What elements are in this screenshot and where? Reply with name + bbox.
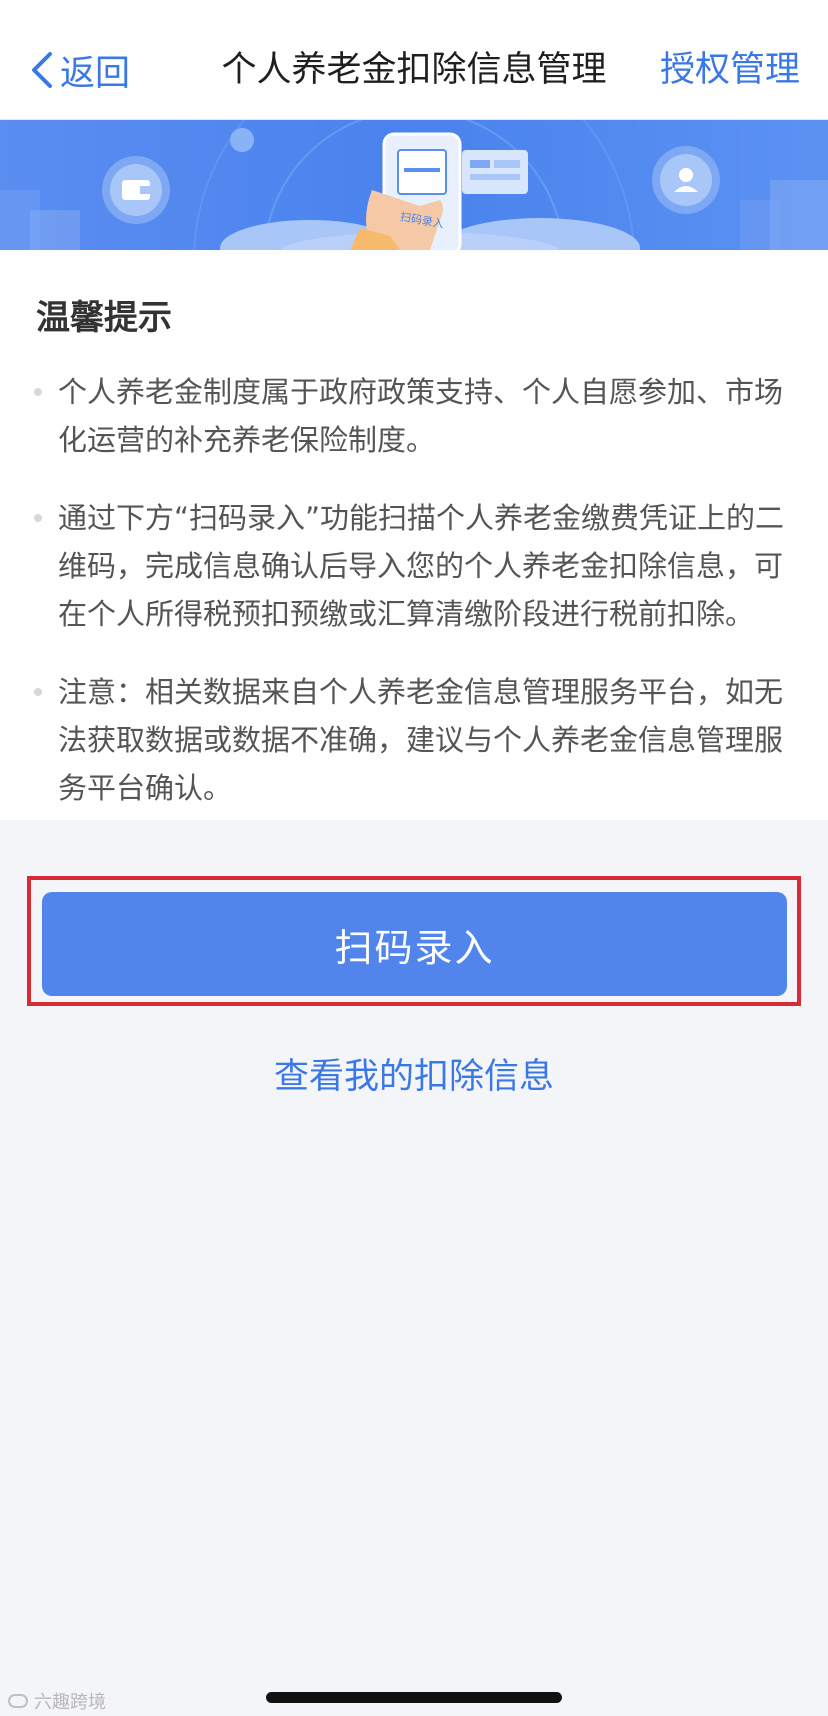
- view-deduction-info-link[interactable]: 查看我的扣除信息: [0, 1048, 828, 1099]
- watermark: 六趣跨境: [8, 1688, 106, 1714]
- tip-item: 个人养老金制度属于政府政策支持、个人自愿参加、市场化运营的补充养老保险制度。: [34, 368, 788, 464]
- page: 返回 个人养老金扣除信息管理 授权管理 扫码录入 温馨提示 个人养老金制度属于政…: [0, 0, 828, 1716]
- tip-item: 通过下方“扫码录入”功能扫描个人养老金缴费凭证上的二维码，完成信息确认后导入您的…: [34, 494, 788, 638]
- user-icon: [652, 146, 720, 214]
- chevron-left-icon: [32, 52, 52, 88]
- banner-illustration: 扫码录入: [0, 120, 828, 250]
- tip-item: 注意：相关数据来自个人养老金信息管理服务平台，如无法获取数据或数据不准确，建议与…: [34, 668, 788, 812]
- watermark-text: 六趣跨境: [34, 1692, 106, 1713]
- tips-title: 温馨提示: [36, 298, 172, 338]
- authorization-management-button[interactable]: 授权管理: [660, 44, 800, 96]
- watermark-logo-icon: [8, 1694, 28, 1708]
- tips-card: 温馨提示 个人养老金制度属于政府政策支持、个人自愿参加、市场化运营的补充养老保险…: [0, 250, 828, 820]
- home-indicator[interactable]: [266, 1692, 562, 1703]
- back-label: 返回: [60, 53, 131, 94]
- nav-bar: 返回 个人养老金扣除信息管理 授权管理: [0, 0, 828, 120]
- scan-entry-button[interactable]: 扫码录入: [42, 892, 787, 996]
- back-button[interactable]: 返回: [30, 44, 130, 96]
- wallet-icon: [102, 156, 170, 224]
